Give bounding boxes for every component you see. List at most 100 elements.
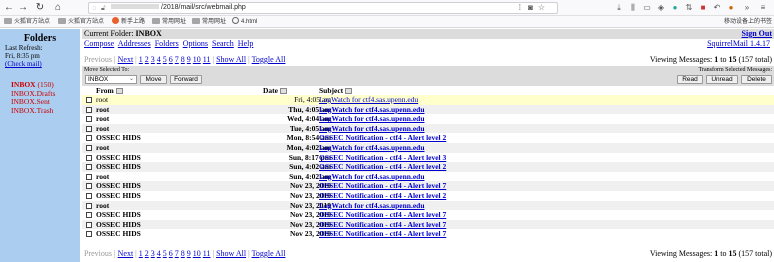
page-link[interactable]: 10 — [193, 55, 201, 64]
page-link[interactable]: 8 — [181, 249, 185, 258]
select-checkbox[interactable] — [86, 221, 92, 228]
message-subject-link[interactable]: OSSEC Notification - ctf4 - Alert level … — [319, 220, 446, 230]
sort-icon[interactable] — [115, 88, 123, 94]
page-link[interactable]: 6 — [169, 249, 173, 258]
message-subject-link[interactable]: LogWatch for ctf4.sas.upenn.edu — [319, 105, 425, 115]
bookmark-item[interactable]: 新手上路 — [112, 16, 145, 28]
message-row[interactable]: root Sun, 4:02 am LogWatch for ctf4.sas.up… — [82, 172, 774, 182]
message-row[interactable]: root Wed, 4:04 am LogWatch for ctf4.sas.up… — [82, 114, 774, 124]
toggle-all-link[interactable]: Toggle All — [252, 249, 286, 258]
menu-icon[interactable]: ≡ — [758, 3, 768, 13]
home-icon[interactable]: ⌂ — [52, 2, 64, 14]
extension-icon[interactable]: ↶ — [712, 3, 722, 13]
message-subject-link[interactable]: LogWatch for ctf4.sas.upenn.edu — [319, 124, 425, 134]
select-checkbox[interactable] — [86, 212, 92, 219]
message-row[interactable]: root Nov 23, 2019 LogWatch for ctf4.sas.up… — [82, 200, 774, 211]
pocket-icon[interactable]: ◙ — [528, 3, 533, 13]
bookmark-item[interactable]: 4.html — [232, 16, 257, 28]
message-row[interactable]: OSSEC HIDS Nov 23, 2019 OSSEC Notification… — [82, 210, 774, 220]
column-from[interactable]: From — [96, 86, 123, 95]
addresses-link[interactable]: Addresses — [118, 39, 151, 48]
page-link[interactable]: 4 — [157, 249, 161, 258]
next-link[interactable]: Next — [118, 249, 134, 258]
message-row[interactable]: root Fri, 4:05 am LogWatch for ctf4.sas.up… — [82, 95, 774, 105]
message-row[interactable]: OSSEC HIDS Mon, 8:54 am OSSEC Notification… — [82, 133, 774, 143]
message-subject-link[interactable]: LogWatch for ctf4.sas.upenn.edu — [319, 95, 418, 105]
page-link[interactable]: 1 — [139, 55, 143, 64]
message-row[interactable]: OSSEC HIDS Sun, 8:17 pm OSSEC Notification… — [82, 153, 774, 163]
message-subject-link[interactable]: LogWatch for ctf4.sas.upenn.edu — [319, 201, 425, 211]
select-checkbox[interactable] — [86, 231, 92, 238]
bookmark-item[interactable]: 常用网址 — [152, 16, 186, 28]
column-subject[interactable]: Subject — [319, 86, 353, 95]
bookmark-item[interactable]: 火狐官方站点 — [4, 16, 50, 28]
page-link[interactable]: 10 — [193, 249, 201, 258]
forward-button[interactable]: Forward — [170, 75, 202, 84]
extension-icon[interactable]: ◈ — [656, 3, 666, 13]
library-icon[interactable]: ⫼ — [628, 3, 638, 13]
show-all-link[interactable]: Show All — [216, 55, 246, 64]
page-link[interactable]: 7 — [175, 249, 179, 258]
forward-icon[interactable]: → — [17, 2, 29, 14]
bookmark-item[interactable]: 火狐官方站点 — [58, 16, 104, 28]
show-all-link[interactable]: Show All — [216, 249, 246, 258]
mobile-bookmarks[interactable]: 移动设备上的书签 — [724, 16, 772, 28]
message-row[interactable]: OSSEC HIDS Sun, 4:02 am OSSEC Notification… — [82, 162, 774, 172]
folder-trash[interactable]: INBOX.Trash — [11, 106, 75, 116]
select-checkbox[interactable] — [86, 144, 92, 151]
page-link[interactable]: 3 — [151, 249, 155, 258]
bookmark-item[interactable]: 常用网址 — [192, 16, 226, 28]
page-actions-icon[interactable]: ⁞ — [519, 3, 521, 13]
move-button[interactable]: Move — [140, 75, 167, 84]
search-link[interactable]: Search — [212, 39, 234, 48]
compose-link[interactable]: Compose — [84, 39, 114, 48]
extension-icon[interactable]: ⇅ — [684, 3, 694, 13]
page-link[interactable]: 11 — [203, 55, 211, 64]
reload-icon[interactable]: ↻ — [34, 2, 46, 14]
move-folder-select[interactable]: INBOX ⌄ — [85, 75, 137, 84]
select-checkbox[interactable] — [86, 164, 92, 171]
page-link[interactable]: 5 — [163, 249, 167, 258]
sidebar-icon[interactable]: ▭ — [642, 3, 652, 13]
overflow-icon[interactable]: » — [742, 3, 752, 13]
sign-out-link[interactable]: Sign Out — [742, 29, 772, 39]
select-checkbox[interactable] — [86, 116, 92, 123]
sort-icon[interactable] — [280, 88, 287, 94]
extension-icon[interactable]: ● — [670, 3, 680, 13]
read-button[interactable]: Read — [677, 75, 703, 84]
page-link[interactable]: 8 — [181, 55, 185, 64]
message-row[interactable]: root Mon, 4:02 am LogWatch for ctf4.sas.up… — [82, 142, 774, 153]
message-row[interactable]: root Tue, 4:05 am LogWatch for ctf4.sas.up… — [82, 123, 774, 134]
message-subject-link[interactable]: OSSEC Notification - ctf4 - Alert level … — [319, 181, 446, 191]
message-subject-link[interactable]: OSSEC Notification - ctf4 - Alert level … — [319, 133, 446, 143]
message-subject-link[interactable]: LogWatch for ctf4.sas.upenn.edu — [319, 143, 425, 153]
message-subject-link[interactable]: LogWatch for ctf4.sas.upenn.edu — [319, 114, 425, 124]
check-mail-link[interactable]: (Check mail) — [5, 60, 42, 68]
select-checkbox[interactable] — [86, 97, 92, 103]
select-checkbox[interactable] — [86, 154, 92, 161]
page-link[interactable]: 1 — [139, 249, 143, 258]
next-link[interactable]: Next — [118, 55, 134, 64]
version-link[interactable]: SquirrelMail 1.4.17 — [707, 39, 770, 49]
back-icon[interactable]: ← — [3, 2, 15, 14]
page-link[interactable]: 3 — [151, 55, 155, 64]
unread-button[interactable]: Unread — [706, 75, 738, 84]
sort-icon[interactable] — [345, 88, 353, 94]
help-link[interactable]: Help — [238, 39, 254, 48]
address-bar[interactable]: ◌ 🔓︎ /2018/mail/src/webmail.php ⁞ ◙ ☆ — [88, 2, 558, 14]
message-row[interactable]: OSSEC HIDS Nov 23, 2019 OSSEC Notification… — [82, 191, 774, 201]
message-subject-link[interactable]: LogWatch for ctf4.sas.upenn.edu — [319, 172, 425, 182]
message-subject-link[interactable]: OSSEC Notification - ctf4 - Alert level … — [319, 229, 446, 239]
message-subject-link[interactable]: OSSEC Notification - ctf4 - Alert level … — [319, 210, 446, 220]
select-checkbox[interactable] — [86, 173, 92, 180]
message-row[interactable]: root Thu, 4:05 am LogWatch for ctf4.sas.up… — [82, 104, 774, 115]
select-checkbox[interactable] — [86, 192, 92, 199]
select-checkbox[interactable] — [86, 125, 92, 132]
page-link[interactable]: 9 — [187, 55, 191, 64]
page-link[interactable]: 9 — [187, 249, 191, 258]
page-link[interactable]: 4 — [157, 55, 161, 64]
message-row[interactable]: OSSEC HIDS Nov 23, 2019 OSSEC Notification… — [82, 181, 774, 191]
extension-icon[interactable]: ■ — [698, 3, 708, 13]
page-link[interactable]: 6 — [169, 55, 173, 64]
toggle-all-link[interactable]: Toggle All — [252, 55, 286, 64]
